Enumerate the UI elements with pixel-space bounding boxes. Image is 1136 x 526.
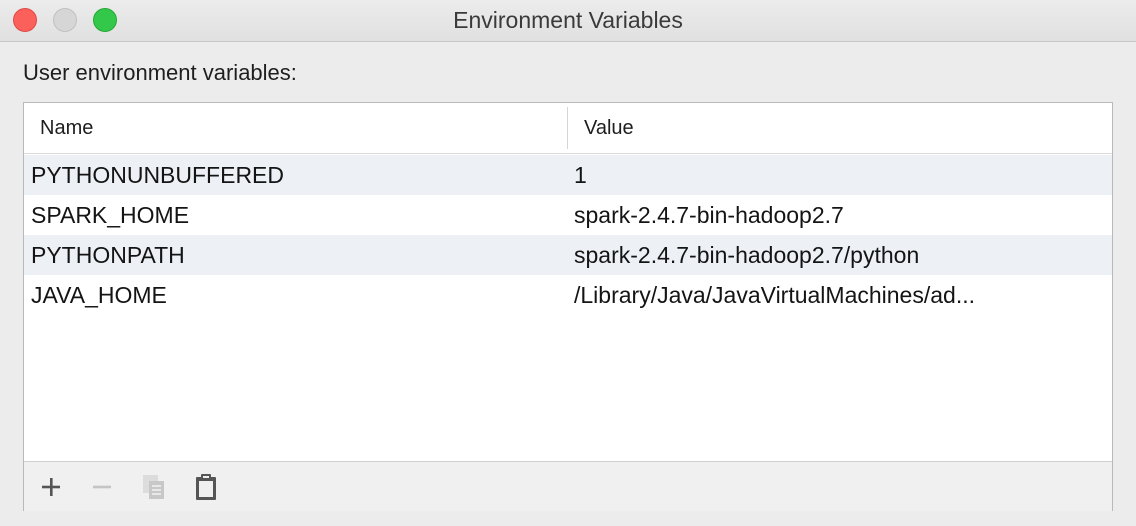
copy-variable-button[interactable]	[139, 472, 169, 502]
variable-name[interactable]: SPARK_HOME	[31, 195, 551, 235]
column-header-value[interactable]: Value	[584, 103, 634, 153]
section-label: User environment variables:	[23, 60, 297, 85]
title-bar[interactable]: Environment Variables	[0, 0, 1136, 42]
copy-icon	[143, 475, 164, 499]
variable-value[interactable]: /Library/Java/JavaVirtualMachines/ad...	[574, 275, 1104, 315]
column-header-name[interactable]: Name	[40, 103, 93, 153]
variable-name[interactable]: JAVA_HOME	[31, 275, 551, 315]
minus-icon	[93, 485, 111, 489]
variable-value[interactable]: 1	[574, 155, 1104, 195]
variable-value[interactable]: spark-2.4.7-bin-hadoop2.7/python	[574, 235, 1104, 275]
add-variable-button[interactable]	[36, 472, 66, 502]
remove-variable-button[interactable]	[87, 472, 117, 502]
paste-variable-button[interactable]	[191, 472, 221, 502]
env-vars-table: Name Value PYTHONUNBUFFERED 1 SPARK_HOME…	[23, 102, 1113, 511]
variable-name[interactable]: PYTHONPATH	[31, 235, 551, 275]
window-title: Environment Variables	[453, 7, 683, 33]
plus-icon	[42, 478, 60, 496]
table-row[interactable]: JAVA_HOME /Library/Java/JavaVirtualMachi…	[24, 275, 1112, 315]
column-divider[interactable]	[567, 107, 568, 149]
table-body: PYTHONUNBUFFERED 1 SPARK_HOME spark-2.4.…	[24, 155, 1112, 315]
environment-variables-dialog: Environment Variables User environment v…	[0, 0, 1136, 526]
clipboard-icon	[196, 474, 216, 500]
table-row[interactable]: SPARK_HOME spark-2.4.7-bin-hadoop2.7	[24, 195, 1112, 235]
table-toolbar	[24, 461, 1112, 511]
variable-name[interactable]: PYTHONUNBUFFERED	[31, 155, 551, 195]
table-header: Name Value	[24, 103, 1112, 154]
table-row[interactable]: PYTHONPATH spark-2.4.7-bin-hadoop2.7/pyt…	[24, 235, 1112, 275]
variable-value[interactable]: spark-2.4.7-bin-hadoop2.7	[574, 195, 1104, 235]
table-row[interactable]: PYTHONUNBUFFERED 1	[24, 155, 1112, 195]
